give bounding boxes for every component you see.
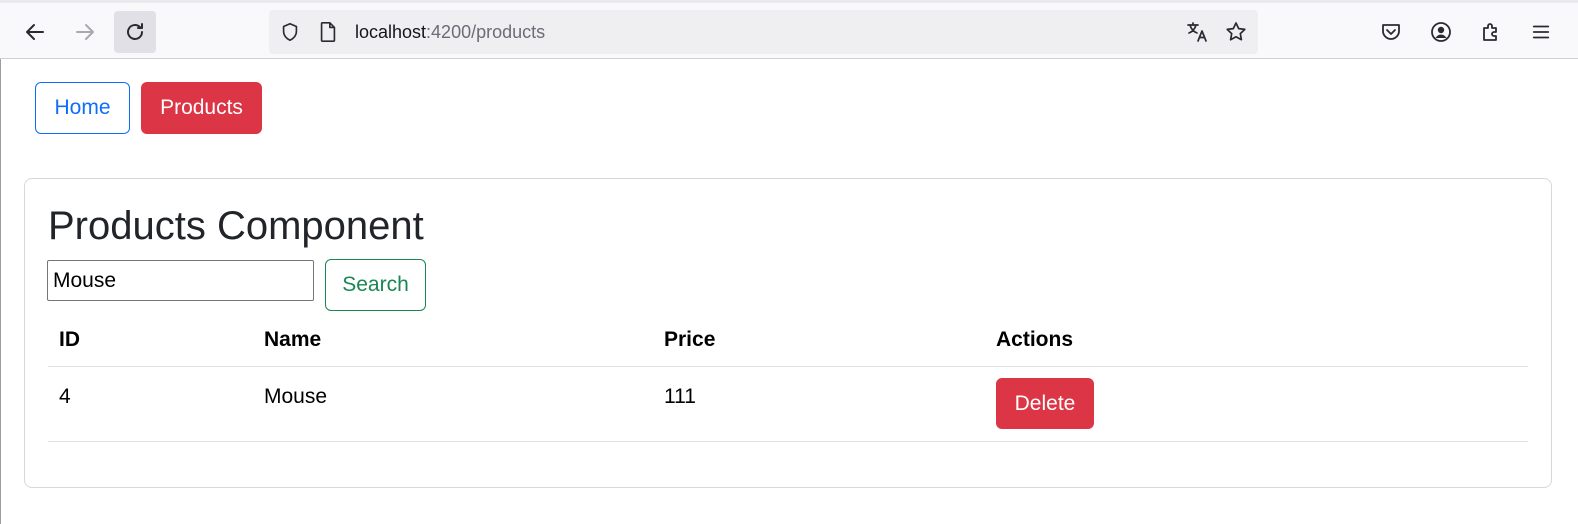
translate-icon[interactable] xyxy=(1184,19,1210,45)
table-row-divider xyxy=(48,441,1528,442)
reload-button[interactable] xyxy=(114,11,156,53)
delete-button[interactable]: Delete xyxy=(996,378,1094,429)
viewport-edge xyxy=(0,59,1,524)
url-host: localhost xyxy=(355,22,427,42)
search-button[interactable]: Search xyxy=(325,259,426,311)
pocket-icon[interactable] xyxy=(1378,19,1404,45)
column-header-id: ID xyxy=(59,328,80,351)
url-text[interactable]: localhost:4200/products xyxy=(355,21,545,43)
shield-icon[interactable] xyxy=(277,19,303,45)
table-header-divider xyxy=(48,366,1528,367)
hamburger-menu-icon[interactable] xyxy=(1528,19,1554,45)
forward-button[interactable] xyxy=(64,11,106,53)
back-button[interactable] xyxy=(14,11,56,53)
back-arrow-icon xyxy=(26,24,44,40)
cell-id: 4 xyxy=(59,385,71,408)
url-path: :4200/products xyxy=(426,22,546,42)
browser-toolbar: localhost:4200/products xyxy=(0,0,1578,59)
column-header-name: Name xyxy=(264,328,322,351)
star-icon[interactable] xyxy=(1223,19,1249,45)
reload-icon xyxy=(127,23,143,40)
page-icon[interactable] xyxy=(315,19,341,45)
cell-name: Mouse xyxy=(264,385,328,408)
products-nav-button[interactable]: Products xyxy=(141,82,262,134)
cell-price: 111 xyxy=(664,385,696,408)
column-header-actions: Actions xyxy=(996,328,1074,351)
tab-strip-edge xyxy=(0,0,1578,3)
forward-arrow-icon xyxy=(76,24,94,40)
page-title: Products Component xyxy=(48,204,424,248)
home-nav-button[interactable]: Home xyxy=(35,82,130,134)
account-icon[interactable] xyxy=(1428,19,1454,45)
extensions-icon[interactable] xyxy=(1478,19,1504,45)
search-input[interactable] xyxy=(47,260,314,301)
column-header-price: Price xyxy=(664,328,716,351)
